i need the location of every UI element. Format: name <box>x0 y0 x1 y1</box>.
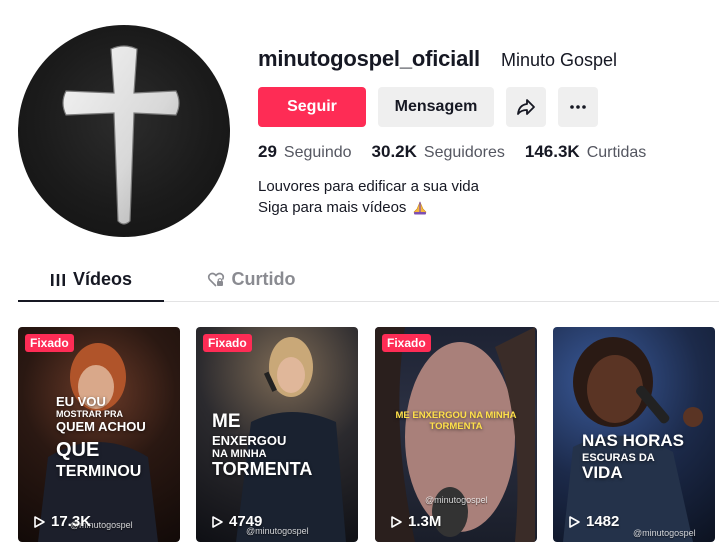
views-count: 4749 <box>229 513 263 530</box>
tab-label: Curtido <box>231 269 296 289</box>
video-caption: ME ENXERGOU NA MINHA <box>395 410 517 421</box>
video-caption: QUEM ACHOU <box>56 419 146 434</box>
share-button[interactable] <box>506 87 546 127</box>
bio-line: Siga para mais vídeos <box>258 197 479 218</box>
stat-likes: 146.3K Curtidas <box>525 142 646 162</box>
stat-following[interactable]: 29 Seguindo <box>258 142 352 162</box>
video-views: 1482 <box>567 513 619 530</box>
bio-text: Siga para mais vídeos <box>258 199 407 216</box>
views-count: 1.3M <box>408 513 442 530</box>
pinned-badge: Fixado <box>382 334 431 352</box>
tab-videos[interactable]: Vídeos <box>18 262 164 302</box>
views-count: 17.3K <box>51 513 92 530</box>
video-caption: TORMENTA <box>429 421 483 432</box>
video-watermark: @minutogospel <box>425 495 488 505</box>
profile-avatar[interactable] <box>18 25 230 237</box>
stat-value: 29 <box>258 142 277 161</box>
video-thumbnail <box>38 343 158 542</box>
stat-value: 30.2K <box>371 142 417 161</box>
message-button[interactable]: Mensagem <box>378 87 494 127</box>
nickname: Minuto Gospel <box>501 50 618 70</box>
profile-tabs: Vídeos Curtido <box>18 262 719 302</box>
stat-label: Seguindo <box>283 144 352 161</box>
pinned-badge: Fixado <box>25 334 74 352</box>
play-icon <box>391 515 402 528</box>
stat-followers[interactable]: 30.2K Seguidores <box>372 142 505 162</box>
share-icon <box>517 99 535 115</box>
video-caption: VIDA <box>582 463 623 482</box>
video-caption: QUE <box>56 439 100 461</box>
stat-value: 146.3K <box>524 142 580 161</box>
video-views: 4749 <box>210 513 262 530</box>
bio-line: Louvores para edificar a sua vida <box>258 178 479 195</box>
video-views: 17.3K <box>32 513 91 530</box>
video-caption: ENXERGOU <box>212 433 287 448</box>
video-caption: MOSTRAR PRA <box>56 409 123 419</box>
follow-button[interactable]: Seguir <box>258 87 366 127</box>
video-card[interactable]: NAS HORAS ESCURAS DA VIDA @minutogospel … <box>553 327 715 542</box>
more-icon <box>570 105 586 109</box>
praying-hands-icon <box>414 200 427 214</box>
video-caption: NAS HORAS <box>582 431 685 450</box>
video-card[interactable]: Fixado ME ENXERGOU NA MINHA TORMENTA @mi… <box>375 327 537 542</box>
video-card[interactable]: Fixado ME ENXERGOU NA MINHA TORMENTA @mi… <box>196 327 358 542</box>
views-count: 1482 <box>586 513 620 530</box>
video-card[interactable]: Fixado EU VOU MOSTRAR PRA QUEM ACHOU QUE… <box>18 327 180 542</box>
video-caption: ME <box>212 411 241 432</box>
grid-icon <box>50 274 65 286</box>
profile-stats: 29 Seguindo 30.2K Seguidores 146.3K Curt… <box>258 142 666 162</box>
username: minutogospel_oficiall <box>258 46 480 71</box>
profile-bio: Louvores para edificar a sua vida Siga p… <box>258 176 479 218</box>
play-icon <box>569 515 580 528</box>
video-thumbnail <box>375 327 535 542</box>
more-button[interactable] <box>558 87 598 127</box>
video-caption: TORMENTA <box>212 459 313 479</box>
play-icon <box>34 515 45 528</box>
stat-label: Curtidas <box>586 144 647 161</box>
tab-label: Vídeos <box>72 269 133 289</box>
pinned-badge: Fixado <box>203 334 252 352</box>
stat-label: Seguidores <box>423 144 505 161</box>
cross-icon <box>62 45 180 225</box>
heart-lock-icon <box>207 272 224 287</box>
video-caption: EU VOU <box>56 394 106 409</box>
video-caption: TERMINOU <box>56 463 142 480</box>
video-views: 1.3M <box>389 513 441 530</box>
video-watermark: @minutogospel <box>633 528 696 538</box>
tab-liked[interactable]: Curtido <box>196 262 306 302</box>
play-icon <box>212 515 223 528</box>
